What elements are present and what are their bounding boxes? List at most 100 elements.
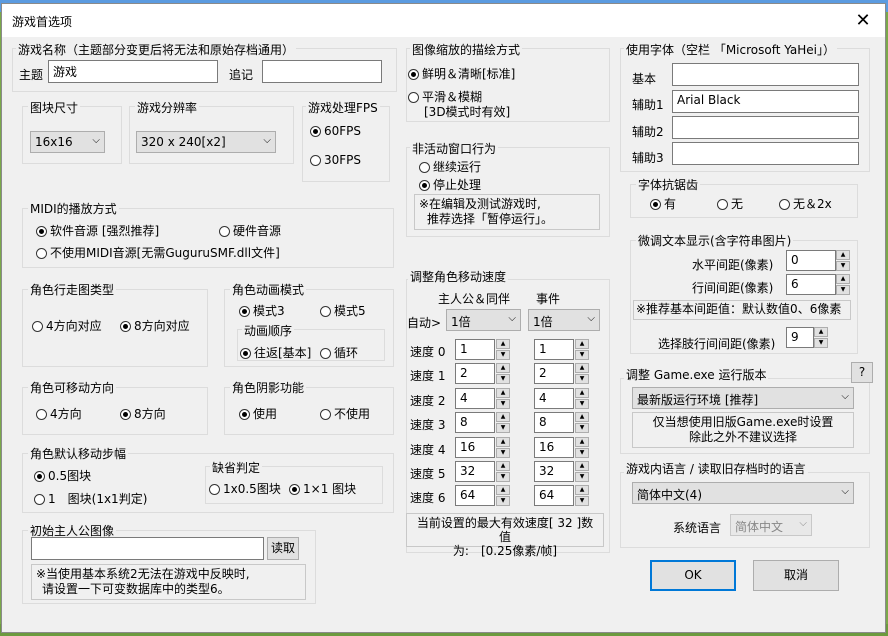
down-arrow-icon[interactable]: ▼ <box>575 423 589 433</box>
up-arrow-icon[interactable]: ▲ <box>496 339 510 349</box>
step-half-radio[interactable]: 0.5图块 <box>34 467 91 484</box>
shadow-off-radio[interactable]: 不使用 <box>320 405 370 422</box>
append-title-input[interactable] <box>262 60 382 83</box>
up-arrow-icon[interactable]: ▲ <box>575 437 589 447</box>
font-aux3-input[interactable] <box>672 142 859 165</box>
down-arrow-icon[interactable]: ▼ <box>575 350 589 360</box>
up-arrow-icon[interactable]: ▲ <box>836 250 850 260</box>
ok-button[interactable]: OK <box>650 560 736 591</box>
down-arrow-icon[interactable]: ▼ <box>575 472 589 482</box>
down-arrow-icon[interactable]: ▼ <box>575 496 589 506</box>
inactive-continue-radio[interactable]: 继续运行 <box>419 158 481 175</box>
runtime-help-button[interactable]: ? <box>851 362 873 383</box>
hero-speed-4-spinner[interactable]: 16 ▲ ▼ <box>455 437 510 458</box>
down-arrow-icon[interactable]: ▼ <box>496 374 510 384</box>
up-arrow-icon[interactable]: ▲ <box>575 485 589 495</box>
font-aux1-input[interactable]: Arial Black <box>672 90 859 113</box>
hero-speed-value[interactable]: 1 <box>455 339 495 360</box>
down-arrow-icon[interactable]: ▼ <box>496 496 510 506</box>
line-spacing-value[interactable]: 6 <box>786 274 836 295</box>
antialias-2x-radio[interactable]: 无＆2x <box>779 195 832 212</box>
event-speed-value[interactable]: 16 <box>534 437 574 458</box>
event-mult-select[interactable]: 1倍 ⌵ <box>528 309 600 331</box>
hero-speed-value[interactable]: 8 <box>455 412 495 433</box>
midi-none-radio[interactable]: 不使用MIDI音源[无需GuguruSMF.dll文件] <box>36 244 280 261</box>
event-speed-value[interactable]: 64 <box>534 485 574 506</box>
hero-mult-select[interactable]: 1倍 ⌵ <box>446 309 521 331</box>
walk-8dir-radio[interactable]: 8方向对应 <box>120 317 190 334</box>
anim-mode3-radio[interactable]: 模式3 <box>239 302 285 319</box>
up-arrow-icon[interactable]: ▲ <box>496 437 510 447</box>
up-arrow-icon[interactable]: ▲ <box>575 363 589 373</box>
midi-hardware-radio[interactable]: 硬件音源 <box>219 222 281 239</box>
event-speed-6-spinner[interactable]: 64 ▲ ▼ <box>534 485 589 506</box>
language-select[interactable]: 简体中文(4) ⌵ <box>632 482 854 504</box>
h-spacing-spinner[interactable]: 0 ▲ ▼ <box>786 250 850 271</box>
down-arrow-icon[interactable]: ▼ <box>836 261 850 271</box>
up-arrow-icon[interactable]: ▲ <box>575 412 589 422</box>
up-arrow-icon[interactable]: ▲ <box>814 327 828 337</box>
hero-speed-6-spinner[interactable]: 64 ▲ ▼ <box>455 485 510 506</box>
anim-loop-radio[interactable]: 循环 <box>320 344 358 361</box>
down-arrow-icon[interactable]: ▼ <box>575 448 589 458</box>
down-arrow-icon[interactable]: ▼ <box>575 399 589 409</box>
up-arrow-icon[interactable]: ▲ <box>575 388 589 398</box>
hero-speed-value[interactable]: 32 <box>455 461 495 482</box>
fps-30-radio[interactable]: 30FPS <box>310 153 361 167</box>
up-arrow-icon[interactable]: ▲ <box>496 461 510 471</box>
event-speed-0-spinner[interactable]: 1 ▲ ▼ <box>534 339 589 360</box>
down-arrow-icon[interactable]: ▼ <box>496 399 510 409</box>
hero-speed-2-spinner[interactable]: 4 ▲ ▼ <box>455 388 510 409</box>
up-arrow-icon[interactable]: ▲ <box>575 461 589 471</box>
event-speed-3-spinner[interactable]: 8 ▲ ▼ <box>534 412 589 433</box>
event-speed-5-spinner[interactable]: 32 ▲ ▼ <box>534 461 589 482</box>
event-speed-value[interactable]: 8 <box>534 412 574 433</box>
choice-spacing-spinner[interactable]: 9 ▲ ▼ <box>786 327 828 348</box>
hero-speed-0-spinner[interactable]: 1 ▲ ▼ <box>455 339 510 360</box>
up-arrow-icon[interactable]: ▲ <box>496 363 510 373</box>
step-one-radio[interactable]: 1 图块(1x1判定) <box>34 490 147 507</box>
hero-image-load-button[interactable]: 读取 <box>267 537 299 560</box>
event-speed-value[interactable]: 4 <box>534 388 574 409</box>
tile-size-select[interactable]: 16x16 ⌵ <box>30 131 105 153</box>
hero-speed-value[interactable]: 2 <box>455 363 495 384</box>
h-spacing-value[interactable]: 0 <box>786 250 836 271</box>
antialias-yes-radio[interactable]: 有 <box>650 195 676 212</box>
down-arrow-icon[interactable]: ▼ <box>496 423 510 433</box>
up-arrow-icon[interactable]: ▲ <box>496 412 510 422</box>
anim-mode5-radio[interactable]: 模式5 <box>320 302 366 319</box>
move-4dir-radio[interactable]: 4方向 <box>36 405 82 422</box>
choice-spacing-value[interactable]: 9 <box>786 327 814 348</box>
down-arrow-icon[interactable]: ▼ <box>814 338 828 348</box>
anim-roundtrip-radio[interactable]: 往返[基本] <box>240 344 311 361</box>
midi-software-radio[interactable]: 软件音源 [强烈推荐] <box>36 222 159 239</box>
hero-speed-value[interactable]: 64 <box>455 485 495 506</box>
event-speed-4-spinner[interactable]: 16 ▲ ▼ <box>534 437 589 458</box>
scaling-sharp-radio[interactable]: 鲜明＆清晰[标准] <box>408 65 515 82</box>
down-arrow-icon[interactable]: ▼ <box>496 350 510 360</box>
up-arrow-icon[interactable]: ▲ <box>575 339 589 349</box>
event-speed-1-spinner[interactable]: 2 ▲ ▼ <box>534 363 589 384</box>
walk-4dir-radio[interactable]: 4方向对应 <box>32 317 102 334</box>
fps-60-radio[interactable]: 60FPS <box>310 124 361 138</box>
hero-speed-1-spinner[interactable]: 2 ▲ ▼ <box>455 363 510 384</box>
antialias-no-radio[interactable]: 无 <box>717 195 743 212</box>
hero-speed-value[interactable]: 4 <box>455 388 495 409</box>
close-icon[interactable]: ✕ <box>841 4 885 37</box>
down-arrow-icon[interactable]: ▼ <box>575 374 589 384</box>
up-arrow-icon[interactable]: ▲ <box>496 388 510 398</box>
hero-speed-3-spinner[interactable]: 8 ▲ ▼ <box>455 412 510 433</box>
hero-image-path-input[interactable] <box>31 537 264 560</box>
hero-speed-value[interactable]: 16 <box>455 437 495 458</box>
resolution-select[interactable]: 320 x 240[x2] ⌵ <box>136 131 276 153</box>
down-arrow-icon[interactable]: ▼ <box>496 448 510 458</box>
event-speed-value[interactable]: 1 <box>534 339 574 360</box>
judge-half-radio[interactable]: 1x0.5图块 <box>209 480 281 497</box>
event-speed-value[interactable]: 2 <box>534 363 574 384</box>
up-arrow-icon[interactable]: ▲ <box>836 274 850 284</box>
font-basic-input[interactable] <box>672 63 859 86</box>
judge-one-radio[interactable]: 1×1 图块 <box>289 480 356 497</box>
font-aux2-input[interactable] <box>672 116 859 139</box>
main-title-input[interactable]: 游戏 <box>48 60 218 83</box>
down-arrow-icon[interactable]: ▼ <box>836 285 850 295</box>
